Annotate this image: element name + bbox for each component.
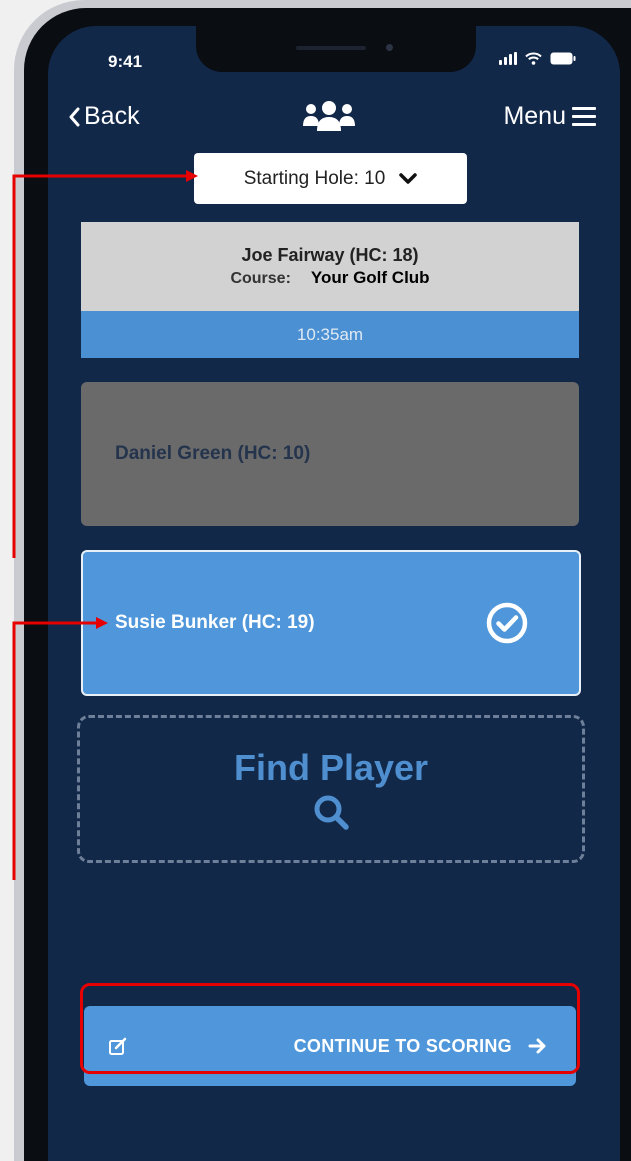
notch-camera [386,44,393,51]
chevron-left-icon [69,107,80,126]
status-icons [499,52,576,65]
tee-time: 10:35am [81,311,579,358]
annotation-highlight-continue [80,983,580,1074]
player-name-joe: Joe Fairway (HC: 18) [241,245,419,265]
course-label: Course: [230,270,291,287]
check-circle-icon [486,602,528,644]
status-time: 9:41 [108,52,143,71]
menu-button[interactable]: Menu [503,102,596,131]
menu-label: Menu [503,102,566,130]
back-button[interactable]: Back [68,102,140,131]
phone-notch [196,26,476,72]
find-player-label: Find Player [233,747,429,788]
course-value: Your Golf Club [310,268,430,287]
find-player-button[interactable]: Find Player [77,715,585,863]
player-name-daniel: Daniel Green (HC: 10) [115,443,311,464]
course-line: Course: Your Golf Club [230,268,429,288]
player-card-joe-header: Joe Fairway (HC: 18) Course: Your Golf Cl… [81,222,579,311]
chevron-down-icon [399,172,418,184]
battery-icon [550,52,576,65]
notch-speaker [296,46,366,50]
player-card-daniel[interactable]: Daniel Green (HC: 10) [81,382,579,526]
signal-icon [499,52,517,65]
search-icon [314,795,349,830]
player-card-joe[interactable]: Joe Fairway (HC: 18) Course: Your Golf Cl… [81,222,579,358]
hamburger-icon [572,107,596,126]
player-card-susie[interactable]: Susie Bunker (HC: 19) [81,550,581,696]
back-label: Back [84,102,140,130]
player-name-susie: Susie Bunker (HC: 19) [115,612,315,633]
group-icon [302,100,356,137]
wifi-icon [525,52,542,65]
starting-hole-label: Starting Hole: 10 [243,167,386,189]
starting-hole-select[interactable]: Starting Hole: 10 [194,153,467,204]
